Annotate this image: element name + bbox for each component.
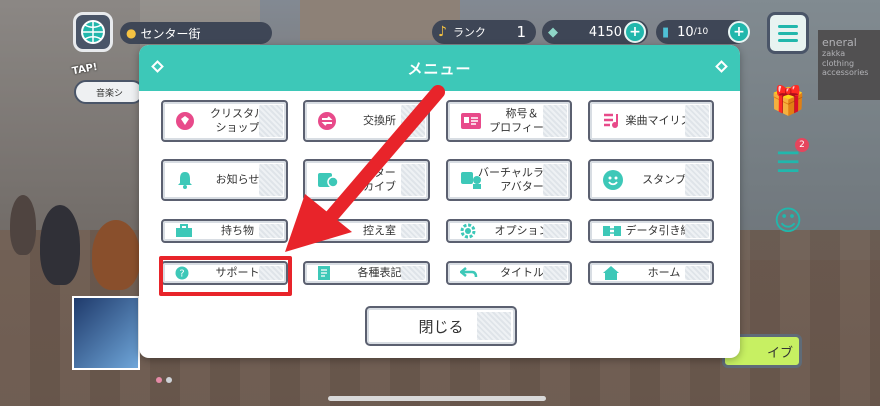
add-ticket-button[interactable]: + [728,21,750,43]
music-note-icon: ♪ [438,24,447,40]
menu-item-options[interactable]: オプション [446,219,572,243]
menu-item-title-profile[interactable]: 称号＆ プロフィール [446,100,572,142]
back-arrow-icon [460,266,478,280]
menu-line [778,24,798,28]
gift-icon[interactable]: 🎁 [768,80,808,120]
menu-item-character-archive[interactable]: クター カイブ [303,159,430,201]
menu-line [778,38,798,42]
ticket-icon: ▮ [662,24,670,40]
menu-item-title-screen[interactable]: タイトル [446,261,572,285]
button-shade [685,164,709,196]
character-archive-icon [317,170,339,190]
button-shade [401,164,425,196]
button-shade [259,105,283,137]
home-icon [602,265,620,281]
room-icon [317,224,333,238]
menu-item-news[interactable]: お知らせ [161,159,288,201]
ticket-max: /10 [693,27,709,37]
profile-card-icon [460,112,482,130]
pagination-dot[interactable] [156,377,162,383]
hamburger-menu-button[interactable] [767,12,809,54]
button-shade [477,312,511,340]
crystal-icon: ◆ [548,24,558,40]
friends-icon[interactable]: ☺ [768,200,808,240]
rank-label: ランク [452,26,486,39]
music-list-icon [602,112,622,130]
live-button-label: イブ [766,345,793,361]
menu-dialog-header: メニュー [139,45,740,91]
button-shade [401,105,425,137]
bag-icon [175,224,193,238]
button-shade [259,164,283,196]
avatar-icon [460,170,482,190]
support-highlight-box [159,256,292,296]
world-map-button[interactable] [73,12,113,52]
location-name: センター街 [140,26,201,41]
menu-item-virtual-live-avatar[interactable]: バーチャルライブ アバター [446,159,572,201]
crystal-icon [175,111,195,131]
ticket-count: 10 [677,24,694,40]
button-shade [259,224,283,238]
music-shortcut-label: 音楽シ [96,88,124,99]
exchange-icon [317,111,337,131]
diamond-ornament-icon [151,60,164,73]
menu-item-crystal-shop[interactable]: クリスタル ショップ [161,100,288,142]
menu-item-home[interactable]: ホーム [588,261,714,285]
menu-title: メニュー [407,59,472,78]
add-crystal-button[interactable]: + [624,21,646,43]
location-pin-icon: ● [126,26,137,40]
button-shade [543,224,567,238]
banner-pagination [156,377,172,383]
button-shade [543,164,567,196]
bell-icon [175,170,195,190]
menu-item-exchange[interactable]: 交換所 [303,100,430,142]
close-button[interactable]: 閉じる [365,306,517,346]
gear-icon [460,223,476,239]
menu-item-stamp[interactable]: スタンプ [588,159,714,201]
document-icon [317,265,331,281]
button-shade [401,224,425,238]
crystal-count: 4150 [588,24,622,40]
menu-line [778,31,798,35]
stamp-icon [602,169,624,191]
globe-icon [81,20,105,44]
rank-value: 1 [516,23,526,41]
menu-item-inventory[interactable]: 持ち物 [161,219,288,243]
close-button-label: 閉じる [418,317,464,336]
button-shade [543,105,567,137]
button-shade [401,266,425,280]
button-shade [543,266,567,280]
button-shade [685,266,709,280]
button-shade [685,224,709,238]
rank-indicator: ♪ ランク 1 [432,20,536,44]
button-shade [685,105,709,137]
pagination-dot[interactable] [166,377,172,383]
menu-item-green-room[interactable]: 控え室 [303,219,430,243]
menu-item-data-transfer[interactable]: データ引き継ぎ [588,219,714,243]
diamond-ornament-icon [715,60,728,73]
transfer-icon [602,224,622,238]
notification-badge: 2 [795,138,809,152]
event-banner[interactable] [72,296,140,370]
menu-item-music-mylist[interactable]: 楽曲マイリスト [588,100,714,142]
menu-item-legal-notices[interactable]: 各種表記 [303,261,430,285]
music-shortcut-button[interactable]: 音楽シ [74,80,144,104]
location-indicator: ● センター街 [120,22,272,44]
home-indicator [328,396,546,401]
